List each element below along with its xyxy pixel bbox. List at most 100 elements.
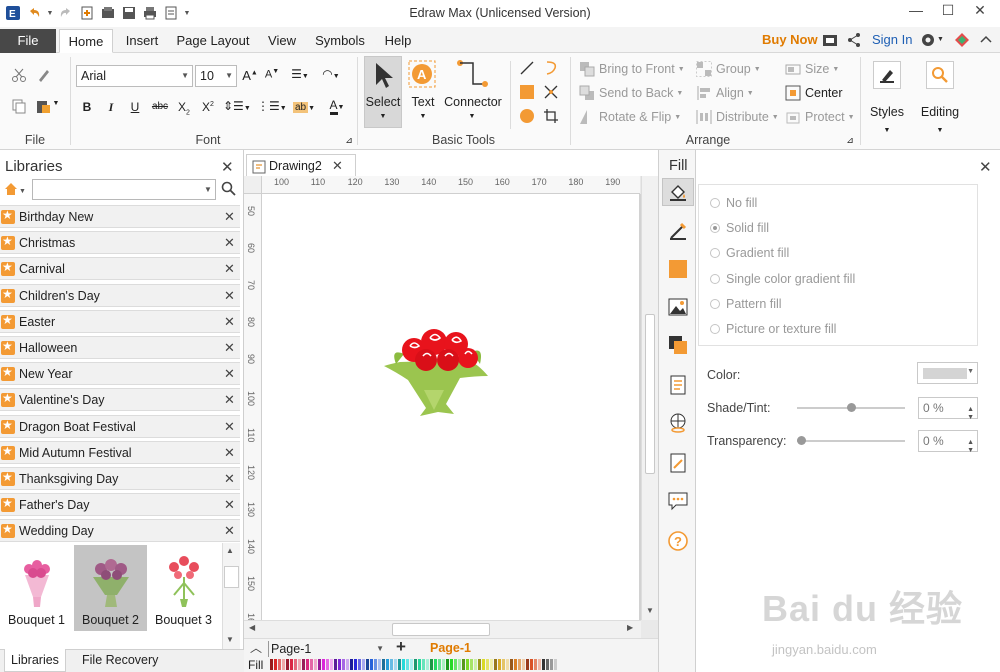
color-swatch[interactable]	[434, 659, 437, 670]
cut-scissors-icon[interactable]	[10, 66, 28, 84]
color-swatch[interactable]	[474, 659, 477, 670]
shape-bouquet-1[interactable]: Bouquet 1	[0, 545, 73, 631]
send-to-back-button[interactable]: Send to Back ▼	[579, 85, 683, 101]
editing-dropdown-icon[interactable]: ▼	[932, 127, 948, 134]
paste-icon[interactable]	[34, 97, 52, 115]
color-swatch[interactable]	[286, 659, 289, 670]
color-swatch[interactable]	[454, 659, 457, 670]
tab-insert[interactable]: Insert	[118, 29, 166, 53]
stepper-down-icon[interactable]: ▼	[967, 441, 974, 461]
color-swatch[interactable]	[346, 659, 349, 670]
color-swatch[interactable]	[338, 659, 341, 670]
color-swatch[interactable]	[530, 659, 533, 670]
close-library-icon[interactable]: ✕	[224, 523, 235, 539]
close-library-icon[interactable]: ✕	[224, 471, 235, 487]
tab-home[interactable]: Home	[59, 29, 113, 53]
settings-dropdown-icon[interactable]: ▼	[937, 36, 953, 52]
highlight-color-icon[interactable]: ab ▼	[290, 99, 318, 113]
color-swatch[interactable]	[426, 659, 429, 670]
color-swatch[interactable]	[282, 659, 285, 670]
color-swatch[interactable]	[374, 659, 377, 670]
slider-knob[interactable]	[797, 436, 806, 445]
tab-file-recovery[interactable]: File Recovery	[82, 653, 158, 667]
color-swatch[interactable]	[550, 659, 553, 670]
tab-help[interactable]: Help	[378, 29, 418, 53]
close-library-icon[interactable]: ✕	[224, 288, 235, 304]
scroll-down-icon[interactable]: ▼	[646, 606, 654, 615]
paste-dropdown-icon[interactable]: ▼	[51, 100, 61, 107]
rotate-flip-button[interactable]: Rotate & Flip ▼	[579, 109, 681, 125]
library-item[interactable]: Wedding Day ✕	[0, 519, 240, 543]
minimize-button[interactable]: —	[904, 2, 928, 22]
text-dropdown-icon[interactable]: ▼	[415, 113, 431, 120]
close-window-button[interactable]: ✕	[968, 2, 992, 22]
color-swatch[interactable]	[534, 659, 537, 670]
color-swatch[interactable]	[398, 659, 401, 670]
library-search-input[interactable]	[32, 179, 216, 200]
scroll-down-icon[interactable]: ▼	[226, 635, 234, 644]
decrease-font-icon[interactable]: A▼	[264, 68, 280, 81]
color-picker[interactable]: ▼	[917, 362, 978, 384]
scroll-up-icon[interactable]: ▲	[226, 546, 234, 555]
color-swatch[interactable]	[278, 659, 281, 670]
font-family-select[interactable]: Arial ▼	[76, 65, 193, 87]
center-button[interactable]: Center	[785, 85, 843, 101]
color-swatch[interactable]	[494, 659, 497, 670]
horizontal-scroll-thumb[interactable]	[392, 623, 490, 636]
connector-tool-button[interactable]	[455, 58, 489, 90]
color-swatch[interactable]	[542, 659, 545, 670]
library-item[interactable]: Christmas ✕	[0, 231, 240, 255]
color-swatch[interactable]	[362, 659, 365, 670]
library-item[interactable]: Children's Day ✕	[0, 283, 240, 307]
text-tool-button[interactable]: A	[408, 60, 436, 88]
share-icon[interactable]	[846, 32, 862, 48]
document-tab[interactable]: Drawing2 ✕	[246, 154, 356, 176]
fill-option-single-color-gradient[interactable]: Single color gradient fill	[710, 272, 855, 286]
maximize-button[interactable]: ☐	[936, 2, 960, 22]
color-swatch[interactable]	[554, 659, 557, 670]
color-swatch[interactable]	[390, 659, 393, 670]
close-library-icon[interactable]: ✕	[224, 366, 235, 382]
library-item[interactable]: Carnival ✕	[0, 257, 240, 281]
styles-dropdown-icon[interactable]: ▼	[879, 127, 895, 134]
close-document-icon[interactable]: ✕	[332, 158, 343, 174]
fill-option-pattern-fill[interactable]: Pattern fill	[710, 297, 782, 311]
crop-tool-icon[interactable]	[542, 107, 560, 125]
color-swatch[interactable]	[406, 659, 409, 670]
underline-button[interactable]: U	[127, 100, 143, 114]
color-swatch[interactable]	[470, 659, 473, 670]
color-swatch[interactable]	[366, 659, 369, 670]
sign-in-link[interactable]: Sign In	[872, 32, 912, 47]
text-effect-icon[interactable]: ◠▼	[320, 67, 342, 81]
color-swatch[interactable]	[522, 659, 525, 670]
collapse-up-icon[interactable]: ︿	[250, 639, 262, 656]
bold-button[interactable]: B	[79, 100, 95, 114]
color-swatch[interactable]	[438, 659, 441, 670]
library-item[interactable]: Easter ✕	[0, 309, 240, 333]
format-painter-icon[interactable]	[35, 66, 53, 84]
cart-icon[interactable]	[822, 32, 838, 48]
editing-button[interactable]	[926, 61, 954, 89]
slider-knob[interactable]	[847, 403, 856, 412]
arc-tool-icon[interactable]	[542, 59, 560, 77]
library-scroll-thumb[interactable]	[224, 566, 239, 588]
drawing-page[interactable]	[262, 194, 642, 620]
group-button[interactable]: Group ▼	[696, 61, 761, 77]
subscript-button[interactable]: X2	[176, 100, 192, 116]
color-swatch[interactable]	[274, 659, 277, 670]
color-swatch[interactable]	[342, 659, 345, 670]
library-item[interactable]: Halloween ✕	[0, 336, 240, 359]
color-swatch[interactable]	[402, 659, 405, 670]
close-library-icon[interactable]: ✕	[224, 392, 235, 408]
color-swatch[interactable]	[482, 659, 485, 670]
color-swatch[interactable]	[410, 659, 413, 670]
buy-now-link[interactable]: Buy Now	[762, 32, 818, 47]
library-item[interactable]: Thanksgiving Day ✕	[0, 467, 240, 490]
color-swatch[interactable]	[306, 659, 309, 670]
ellipse-tool-icon[interactable]	[518, 107, 536, 125]
color-swatch[interactable]	[370, 659, 373, 670]
connector-dropdown-icon[interactable]: ▼	[464, 113, 480, 120]
move-point-tool-icon[interactable]	[542, 83, 560, 101]
color-swatch[interactable]	[330, 659, 333, 670]
font-size-select[interactable]: 10 ▼	[195, 65, 237, 87]
